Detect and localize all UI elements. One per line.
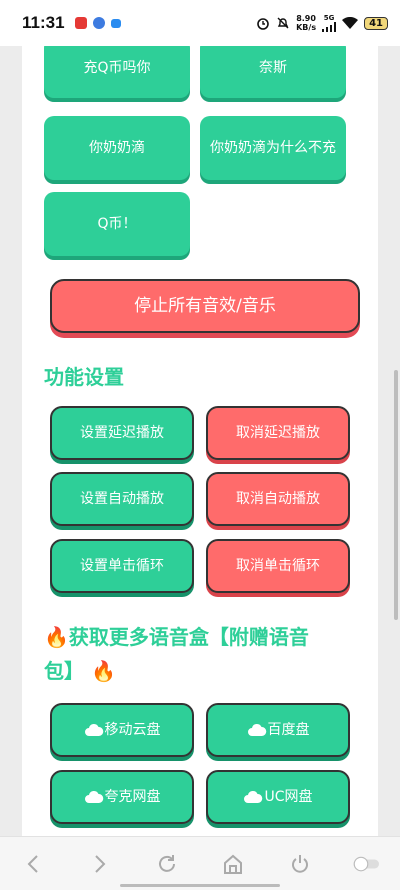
status-time: 11:31: [22, 13, 65, 32]
cancel-loop-button[interactable]: 取消单击循环: [206, 539, 350, 593]
set-auto-button[interactable]: 设置自动播放: [50, 472, 194, 526]
sound-button-label: Q币！: [97, 216, 137, 232]
refresh-icon[interactable]: [152, 849, 182, 879]
settings-title: 功能设置: [44, 365, 124, 389]
status-indicators: 8.90 KB/s 5G 41: [256, 14, 388, 32]
set-delay-button[interactable]: 设置延迟播放: [50, 406, 194, 460]
sound-button-5[interactable]: Q币！: [44, 192, 190, 256]
home-indicator: [120, 884, 280, 887]
sound-button-2[interactable]: 奈斯: [200, 46, 346, 98]
message-notification-icon: [110, 18, 121, 28]
quark-pan-label: 夸克网盘: [104, 789, 161, 805]
app-notification-icon: [74, 17, 87, 29]
cancel-auto-label: 取消自动播放: [236, 491, 320, 507]
signal-icon: [322, 22, 337, 32]
cancel-delay-label: 取消延迟播放: [236, 425, 320, 441]
stop-all-label: 停止所有音效/音乐: [134, 296, 276, 316]
battery-indicator: 41: [364, 16, 388, 30]
more-title: 🔥获取更多语音盒【附赠语音包】 🔥: [44, 620, 354, 688]
mute-bell-icon: [277, 17, 289, 29]
page-content: 充Q币吗你 奈斯 你奶奶滴 你奶奶滴为什么不充 Q币！ 停止所有音效/音乐 功能…: [22, 46, 378, 836]
uc-pan-button[interactable]: UC网盘: [206, 770, 350, 824]
browser-nav-bar: [0, 836, 400, 890]
signal-group: 5G: [322, 14, 337, 32]
more-title-text: 获取更多语音盒【附赠语音包】: [44, 625, 309, 683]
cloud-icon: [244, 790, 263, 803]
status-bar: 11:31 8.90 KB/s 5G 41: [0, 0, 400, 46]
sound-button-4[interactable]: 你奶奶滴为什么不充: [200, 116, 346, 180]
uc-pan-label: UC网盘: [264, 789, 313, 805]
alarm-icon: [257, 18, 269, 30]
set-delay-label: 设置延迟播放: [80, 425, 164, 441]
speed-value: 8.90: [296, 14, 316, 23]
mobile-cloud-button[interactable]: 移动云盘: [50, 703, 194, 757]
set-loop-label: 设置单击循环: [80, 558, 164, 574]
back-icon[interactable]: [18, 849, 48, 879]
mobile-cloud-label: 移动云盘: [104, 722, 161, 738]
sound-button-label: 你奶奶滴为什么不充: [210, 140, 336, 156]
network-speed: 8.90 KB/s: [296, 14, 316, 32]
baidu-pan-button[interactable]: 百度盘: [206, 703, 350, 757]
sound-button-1[interactable]: 充Q币吗你: [44, 46, 190, 98]
toggle-icon[interactable]: [352, 849, 382, 879]
cancel-auto-button[interactable]: 取消自动播放: [206, 472, 350, 526]
sound-button-3[interactable]: 你奶奶滴: [44, 116, 190, 180]
forward-icon[interactable]: [85, 849, 115, 879]
fire-icon: 🔥: [44, 625, 69, 649]
home-icon[interactable]: [218, 849, 248, 879]
speed-unit: KB/s: [296, 23, 317, 32]
set-auto-label: 设置自动播放: [80, 491, 164, 507]
cancel-delay-button[interactable]: 取消延迟播放: [206, 406, 350, 460]
fire-icon: 🔥: [90, 659, 116, 683]
browser-notification-icon: [92, 17, 105, 29]
page-scrollbar[interactable]: [394, 370, 398, 620]
power-icon[interactable]: [285, 849, 315, 879]
baidu-pan-label: 百度盘: [267, 722, 310, 738]
cloud-icon: [84, 790, 103, 803]
sound-button-label: 奈斯: [259, 60, 287, 76]
quark-pan-button[interactable]: 夸克网盘: [50, 770, 194, 824]
stop-all-button[interactable]: 停止所有音效/音乐: [50, 279, 360, 333]
cancel-loop-label: 取消单击循环: [236, 558, 320, 574]
network-type: 5G: [323, 14, 335, 22]
cloud-icon: [247, 723, 266, 736]
wifi-icon: [342, 16, 359, 29]
sound-button-label: 充Q币吗你: [83, 60, 151, 76]
cloud-icon: [84, 723, 103, 736]
sound-button-label: 你奶奶滴: [89, 140, 145, 156]
set-loop-button[interactable]: 设置单击循环: [50, 539, 194, 593]
